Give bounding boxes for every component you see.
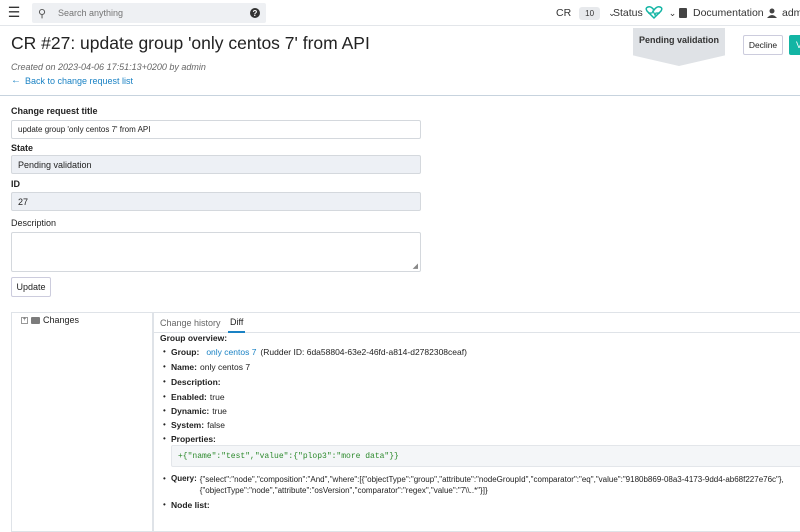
- enabled-label: Enabled:: [171, 392, 207, 402]
- tree-node-changes[interactable]: + Changes: [21, 315, 79, 325]
- tab-diff[interactable]: Diff: [228, 313, 246, 333]
- node-list-row: • Node list:: [163, 500, 210, 510]
- tab-change-history[interactable]: Change history: [160, 313, 221, 333]
- decline-button[interactable]: Decline: [743, 35, 783, 55]
- node-list-label: Node list:: [171, 500, 210, 510]
- group-label: Group:: [171, 347, 200, 357]
- search-icon: ⚲: [37, 7, 47, 20]
- folder-icon: [31, 316, 40, 324]
- description-label: Description:: [171, 377, 221, 387]
- state-field-label: State: [11, 143, 34, 153]
- group-overview-title: Group overview:: [160, 333, 228, 343]
- divider: [0, 95, 800, 96]
- cr-count-badge: 10: [579, 6, 601, 20]
- heartbeat-icon: [645, 6, 663, 20]
- page-title: CR #27: update group 'only centos 7' fro…: [11, 33, 370, 53]
- update-button[interactable]: Update: [11, 277, 51, 297]
- properties-row: • Properties:: [163, 434, 216, 444]
- tab-bar: Change history Diff: [154, 313, 800, 333]
- description-row: • Description:: [163, 377, 221, 387]
- status-menu[interactable]: Status ⌄: [613, 0, 676, 26]
- documentation-label: Documentation: [693, 7, 764, 19]
- top-navbar: ☰ ⚲ ? CR 10 ⌄ Status ⌄ Documentation adm…: [0, 0, 800, 26]
- description-field-label: Description: [11, 218, 57, 228]
- search-input[interactable]: [52, 8, 232, 18]
- state-field: Pending validation: [11, 155, 421, 174]
- user-label: admi: [782, 7, 800, 19]
- status-badge: Pending validation: [633, 28, 725, 66]
- dynamic-label: Dynamic:: [171, 406, 210, 416]
- user-menu[interactable]: admi: [767, 0, 800, 26]
- menu-icon[interactable]: ☰: [0, 0, 28, 26]
- cr-menu[interactable]: CR 10 ⌄: [556, 0, 616, 26]
- validate-button[interactable]: V: [789, 35, 800, 55]
- id-field-label: ID: [11, 179, 20, 189]
- diff-panel: Change history Diff Group overview: • Gr…: [153, 312, 800, 532]
- cr-label: CR: [556, 7, 572, 19]
- query-label: Query:: [171, 474, 197, 483]
- group-link[interactable]: only centos 7: [206, 347, 256, 357]
- question-icon: ?: [250, 8, 260, 18]
- description-textarea[interactable]: ◢: [11, 232, 421, 272]
- query-row: • Query: {"select":"node","composition":…: [163, 474, 784, 496]
- query-line: {"objectType":"node","attribute":"osVers…: [199, 486, 488, 495]
- resize-handle-icon[interactable]: ◢: [413, 262, 418, 270]
- documentation-link[interactable]: Documentation: [679, 0, 764, 26]
- enabled-value: true: [209, 392, 225, 402]
- id-field: 27: [11, 192, 421, 211]
- name-value: only centos 7: [199, 362, 251, 372]
- system-value: false: [207, 420, 226, 430]
- search-help-button[interactable]: ?: [244, 3, 266, 23]
- search-bar: ⚲ ?: [32, 3, 266, 23]
- properties-label: Properties:: [171, 434, 216, 444]
- expand-icon[interactable]: +: [21, 316, 28, 324]
- title-input[interactable]: update group 'only centos 7' from API: [11, 120, 421, 139]
- group-rudder-id: (Rudder ID: 6da58804-63e2-46fd-a814-d278…: [260, 347, 467, 357]
- dynamic-value: true: [212, 406, 227, 416]
- title-field-label: Change request title: [11, 106, 98, 116]
- dynamic-row: • Dynamic: true: [163, 406, 227, 416]
- back-link-label: Back to change request list: [25, 75, 134, 86]
- chevron-down-icon: ⌄: [668, 7, 677, 18]
- query-line: {"select":"node","composition":"And","wh…: [199, 475, 784, 484]
- user-icon: [767, 8, 777, 18]
- name-label: Name:: [171, 362, 197, 372]
- changes-tree: + Changes: [11, 312, 153, 532]
- system-label: System:: [171, 420, 205, 430]
- name-row: • Name: only centos 7: [163, 362, 251, 372]
- properties-diff-code: +{"name":"test","value":{"plop3":"more d…: [171, 445, 800, 467]
- status-label: Status: [613, 7, 643, 19]
- back-link[interactable]: ← Back to change request list: [11, 75, 133, 86]
- arrow-left-icon: ←: [11, 75, 21, 86]
- group-row: • Group: only centos 7 (Rudder ID: 6da58…: [163, 347, 467, 357]
- system-row: • System: false: [163, 420, 226, 430]
- enabled-row: • Enabled: true: [163, 392, 225, 402]
- book-icon: [679, 8, 687, 18]
- created-info: Created on 2023-04-06 17:51:13+0200 by a…: [11, 62, 206, 72]
- tree-node-label: Changes: [43, 315, 80, 325]
- query-value: {"select":"node","composition":"And","wh…: [200, 474, 784, 496]
